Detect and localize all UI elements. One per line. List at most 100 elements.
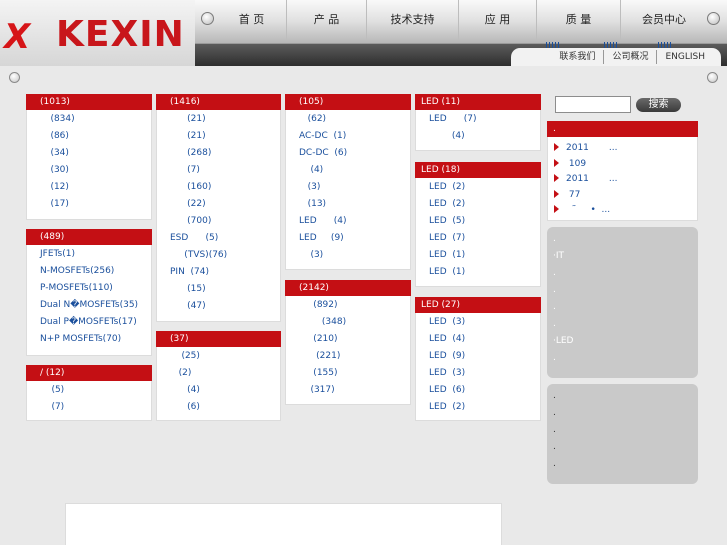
category-link[interactable]: LED (4) [416, 331, 540, 348]
category-link[interactable]: (3) [286, 247, 410, 264]
info-item[interactable]: . [553, 388, 692, 405]
nav-item-members[interactable]: 会员中心 [621, 0, 707, 40]
info-item[interactable]: . [553, 456, 692, 473]
category-link[interactable]: LED (9) [416, 348, 540, 365]
category-link[interactable]: LED (9) [286, 230, 410, 247]
category-link[interactable]: LED (5) [416, 213, 540, 230]
category-link[interactable]: N-MOSFETs(256) [27, 263, 151, 280]
category-link[interactable]: (268) [157, 145, 280, 162]
link-contact-us[interactable]: 联系我们 [551, 50, 603, 64]
news-item[interactable]: 77 [548, 188, 697, 204]
info-item[interactable]: ·LED [553, 333, 692, 350]
info-item[interactable]: ·IT [553, 248, 692, 265]
category-link[interactable]: (160) [157, 179, 280, 196]
category-link[interactable]: LED (7) [416, 111, 540, 128]
category-link[interactable]: LED (3) [416, 314, 540, 331]
category-link[interactable]: (3) [286, 179, 410, 196]
category-link[interactable]: LED (2) [416, 179, 540, 196]
category-link[interactable]: (4) [416, 128, 540, 145]
category-header[interactable]: LED (11) [415, 94, 541, 110]
category-link[interactable]: (700) [157, 213, 280, 230]
info-item[interactable]: . [553, 282, 692, 299]
category-link[interactable]: JFETs(1) [27, 246, 151, 263]
info-item[interactable]: . [553, 405, 692, 422]
category-link[interactable]: (TVS)(76) [157, 247, 280, 264]
category-link[interactable]: (86) [27, 128, 151, 145]
category-link[interactable]: LED (3) [416, 365, 540, 382]
category-header[interactable]: (105) [285, 94, 411, 110]
category-header[interactable]: (1013) [26, 94, 152, 110]
category-link[interactable]: (21) [157, 128, 280, 145]
nav-item-applications[interactable]: 应 用 [459, 0, 537, 40]
nav-item-products[interactable]: 产 品 [287, 0, 367, 40]
nav-item-home[interactable]: 首 页 [217, 0, 287, 40]
category-link[interactable]: (7) [157, 162, 280, 179]
category-link[interactable]: (221) [286, 348, 410, 365]
news-item[interactable]: 2011 ... [548, 141, 697, 157]
link-company-profile[interactable]: 公司概况 [603, 50, 656, 64]
category-link[interactable]: (317) [286, 382, 410, 399]
sub-nav: 联系我们 公司概况 ENGLISH [551, 50, 713, 64]
category-link[interactable]: ESD (5) [157, 230, 280, 247]
category-link[interactable]: (21) [157, 111, 280, 128]
category-link[interactable]: (12) [27, 179, 151, 196]
category-link[interactable]: (5) [27, 382, 151, 399]
category-link[interactable]: LED (2) [416, 399, 540, 416]
category-link[interactable]: (7) [27, 399, 151, 416]
category-link[interactable]: PIN (74) [157, 264, 280, 281]
category-header[interactable]: (489) [26, 229, 152, 245]
category-link[interactable]: (15) [157, 281, 280, 298]
info-item[interactable]: . [553, 231, 692, 248]
category-header[interactable]: LED (18) [415, 162, 541, 178]
category-link[interactable]: LED (6) [416, 382, 540, 399]
category-link[interactable]: (34) [27, 145, 151, 162]
category-link[interactable]: (4) [157, 382, 280, 399]
category-header[interactable]: (37) [156, 331, 281, 347]
category-link[interactable]: AC-DC (1) [286, 128, 410, 145]
category-header[interactable]: (1416) [156, 94, 281, 110]
news-item[interactable]: ˜ • ... [548, 203, 697, 219]
category-link[interactable]: LED (4) [286, 213, 410, 230]
category-link[interactable]: (22) [157, 196, 280, 213]
category-link[interactable]: (892) [286, 297, 410, 314]
category-link[interactable]: LED (2) [416, 196, 540, 213]
category-link[interactable]: (2) [157, 365, 280, 382]
category-link[interactable]: (30) [27, 162, 151, 179]
category-link[interactable]: P-MOSFETs(110) [27, 280, 151, 297]
info-item[interactable]: . [553, 439, 692, 456]
category-link[interactable]: Dual P�MOSFETs(17) [27, 314, 151, 331]
category-link[interactable]: LED (7) [416, 230, 540, 247]
news-item[interactable]: 2011 ... [548, 172, 697, 188]
category-link[interactable]: (348) [286, 314, 410, 331]
info-item[interactable]: . [553, 299, 692, 316]
category-header[interactable]: (2142) [285, 280, 411, 296]
category-link[interactable]: (834) [27, 111, 151, 128]
site-logo[interactable]: X KEXIN [0, 0, 195, 66]
category-link[interactable]: LED (1) [416, 247, 540, 264]
info-item[interactable]: . [553, 422, 692, 439]
search-input[interactable] [555, 96, 631, 113]
category-link[interactable]: (62) [286, 111, 410, 128]
category-link[interactable]: (25) [157, 348, 280, 365]
category-link[interactable]: (6) [157, 399, 280, 416]
category-link[interactable]: (210) [286, 331, 410, 348]
nav-item-support[interactable]: 技术支持 [367, 0, 459, 40]
category-link[interactable]: (155) [286, 365, 410, 382]
category-link[interactable]: (13) [286, 196, 410, 213]
info-item[interactable]: . [553, 350, 692, 367]
news-item[interactable]: 109 [548, 157, 697, 173]
category-link[interactable]: N+P MOSFETs(70) [27, 331, 151, 348]
info-item[interactable]: . [553, 265, 692, 282]
category-link[interactable]: (4) [286, 162, 410, 179]
category-link[interactable]: (17) [27, 196, 151, 213]
search-button[interactable]: 搜索 [636, 98, 681, 112]
category-header[interactable]: / (12) [26, 365, 152, 381]
nav-item-quality[interactable]: 质 量 [537, 0, 621, 40]
category-link[interactable]: LED (1) [416, 264, 540, 281]
info-item[interactable]: . [553, 316, 692, 333]
category-link[interactable]: DC-DC (6) [286, 145, 410, 162]
link-english[interactable]: ENGLISH [656, 50, 713, 64]
category-header[interactable]: LED (27) [415, 297, 541, 313]
category-link[interactable]: (47) [157, 298, 280, 315]
category-link[interactable]: Dual N�MOSFETs(35) [27, 297, 151, 314]
